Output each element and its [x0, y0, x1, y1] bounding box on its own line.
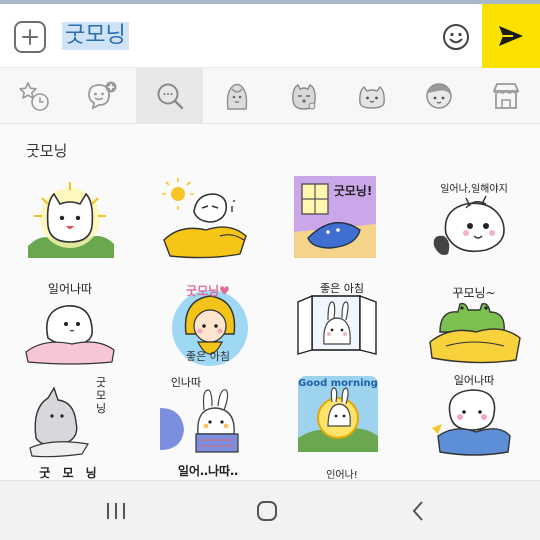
sunrise-bunny-sticker[interactable]: Good morning	[294, 368, 390, 464]
favorites-recent-icon	[18, 82, 49, 111]
recent-apps-icon	[107, 503, 125, 519]
sticker-search-panel: 굿모닝 굿모닝! 일어나,일해야지 일어나따 굿모닝♥ 좋은 아침 좋은 아침 …	[0, 124, 540, 480]
sheep-bed-sticker[interactable]: 일어나따	[426, 368, 522, 464]
emoticon-tabs	[0, 68, 540, 124]
emoticon-add-icon	[87, 81, 116, 110]
add-button[interactable]	[14, 21, 46, 53]
back-button[interactable]	[398, 495, 438, 527]
tab-sticker-pack-2[interactable]	[270, 68, 337, 124]
gray-cat-sticker[interactable]: 굿모닝	[22, 368, 118, 464]
recent-apps-button[interactable]	[96, 495, 136, 527]
home-button[interactable]	[247, 495, 287, 527]
send-arrow-icon	[499, 26, 523, 46]
tab-favorites-recent[interactable]	[0, 68, 67, 124]
tab-sticker-pack-1[interactable]	[203, 68, 270, 124]
sticker-pack-3-thumb	[358, 86, 385, 109]
sticker-pack-1-thumb	[226, 83, 247, 110]
store-icon	[492, 83, 519, 109]
tab-sticker-pack-3[interactable]	[338, 68, 405, 124]
system-navigation-bar	[0, 480, 540, 540]
sticker-pack-4-thumb	[425, 83, 452, 109]
row4-sticker-2[interactable]: 일어‥나따‥	[160, 460, 256, 480]
results-title: 굿모닝	[26, 142, 68, 160]
message-input[interactable]: 굿모닝	[62, 22, 129, 50]
tab-store[interactable]	[472, 68, 539, 124]
back-icon	[412, 501, 423, 521]
smiley-icon	[443, 24, 469, 50]
tab-sticker-pack-4[interactable]	[405, 68, 472, 124]
waking-window-sticker[interactable]: 굿모닝!	[294, 176, 390, 272]
row4-sticker-3[interactable]: 인어나!	[294, 460, 390, 480]
message-input-bar: 굿모닝	[0, 4, 540, 68]
frog-blanket-sticker[interactable]: 꾸모닝~	[426, 274, 522, 370]
bunny-window-sticker[interactable]: 좋은 아침	[294, 274, 390, 370]
sun-cat-sticker[interactable]	[22, 176, 118, 272]
get-up-bug-sticker[interactable]: 일어나,일해야지	[426, 176, 522, 272]
bunny-bed-sticker[interactable]: 인나따	[160, 368, 256, 464]
tab-search[interactable]	[136, 68, 203, 124]
raincoat-girl-sticker[interactable]: 굿모닝♥ 좋은 아침	[160, 274, 256, 370]
row4-sticker-1[interactable]: 굿 모 닝	[22, 460, 118, 480]
sticker-pack-2-thumb	[291, 84, 316, 110]
ghost-blanket-sticker[interactable]: 일어나따	[22, 274, 118, 370]
send-button[interactable]	[482, 4, 540, 68]
home-icon	[257, 501, 277, 521]
sleepy-blanket-sticker[interactable]	[160, 176, 256, 272]
plus-icon	[22, 29, 38, 45]
tab-emoticon-add[interactable]	[67, 68, 134, 124]
search-icon	[157, 83, 183, 110]
emoji-button[interactable]	[440, 21, 472, 53]
